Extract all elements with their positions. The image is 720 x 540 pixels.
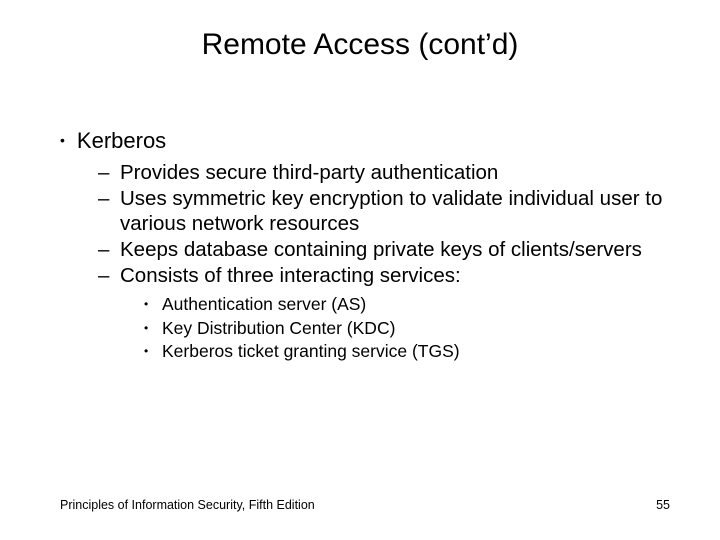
bullet-level3: Authentication server (AS) <box>144 293 680 317</box>
page-number: 55 <box>656 498 670 512</box>
bullet3-text: Key Distribution Center (KDC) <box>162 318 395 338</box>
bullet2-text: Uses symmetric key encryption to validat… <box>120 187 662 235</box>
bullet2-text: Keeps database containing private keys o… <box>120 238 642 261</box>
bullet-level2: Consists of three interacting services: <box>98 263 680 288</box>
bullet1-text: Kerberos <box>77 128 166 153</box>
bullet-level2: Provides secure third-party authenticati… <box>98 160 680 185</box>
slide-content: • Kerberos Provides secure third-party au… <box>60 128 680 364</box>
slide-title: Remote Access (cont’d) <box>0 0 720 62</box>
slide-footer: Principles of Information Security, Fift… <box>60 498 670 512</box>
footer-source: Principles of Information Security, Fift… <box>60 498 315 512</box>
bullet-dot-icon: • <box>60 132 65 148</box>
bullet-level1: • Kerberos <box>60 128 680 154</box>
bullet-level3: Key Distribution Center (KDC) <box>144 317 680 341</box>
bullet2-text: Consists of three interacting services: <box>120 264 461 287</box>
bullet-level3: Kerberos ticket granting service (TGS) <box>144 340 680 364</box>
bullet2-group: Provides secure third-party authenticati… <box>98 160 680 364</box>
bullet-level2: Keeps database containing private keys o… <box>98 237 680 262</box>
bullet2-text: Provides secure third-party authenticati… <box>120 161 498 184</box>
bullet-level2: Uses symmetric key encryption to validat… <box>98 186 680 236</box>
bullet3-group: Authentication server (AS) Key Distribut… <box>144 293 680 364</box>
bullet3-text: Authentication server (AS) <box>162 294 366 314</box>
slide: Remote Access (cont’d) • Kerberos Provide… <box>0 0 720 540</box>
bullet3-text: Kerberos ticket granting service (TGS) <box>162 341 460 361</box>
